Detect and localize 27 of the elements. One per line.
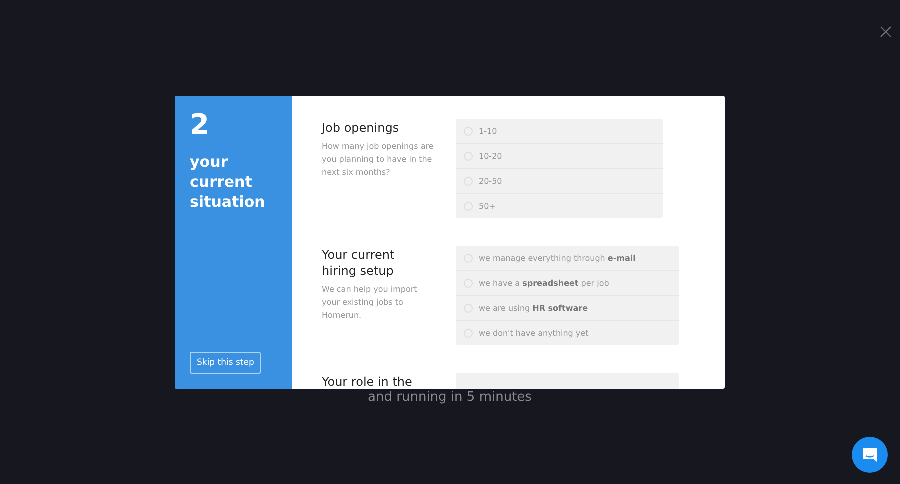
question-description: We can help you import your existing jobs to Homerun. — [322, 284, 418, 322]
option-label: 50+ — [479, 202, 496, 210]
question-title: Your current hiring setup — [322, 247, 396, 279]
option-label: we are using HR software — [479, 304, 588, 312]
chat-button[interactable] — [852, 437, 888, 473]
option-label: we don't have anything yet — [479, 328, 589, 338]
step-number: 2 — [190, 108, 210, 142]
question-title: Your role in the — [322, 374, 414, 389]
option-row[interactable]: we manage everything through e-mail — [456, 246, 679, 271]
option-label: 10-20 — [479, 152, 502, 160]
option-label: 1-10 — [479, 126, 498, 136]
question-title: Job openings — [322, 120, 400, 136]
option-row[interactable]: 50+ — [456, 194, 663, 218]
option-row[interactable]: 10-20 — [456, 144, 663, 169]
option-label: 20-50 — [479, 176, 502, 186]
option-label: we have a spreadsheet per job — [479, 278, 610, 288]
page-tagline: and running in 5 minutes — [368, 389, 532, 407]
close-icon[interactable] — [880, 26, 892, 38]
question-description: How many job openings are you planning to have in the next six months? — [322, 141, 434, 179]
option-label: we manage everything through e-mail — [479, 254, 636, 262]
skip-step-button[interactable]: Skip this step — [190, 352, 262, 374]
option-row[interactable]: we have a spreadsheet per job — [456, 271, 679, 296]
step-title: your current situation — [190, 152, 266, 212]
option-row[interactable]: we are using HR software — [456, 296, 679, 321]
option-row[interactable]: 1-10 — [456, 119, 663, 144]
option-row[interactable]: 20-50 — [456, 169, 663, 194]
option-row[interactable]: we don't have anything yet — [456, 321, 679, 345]
